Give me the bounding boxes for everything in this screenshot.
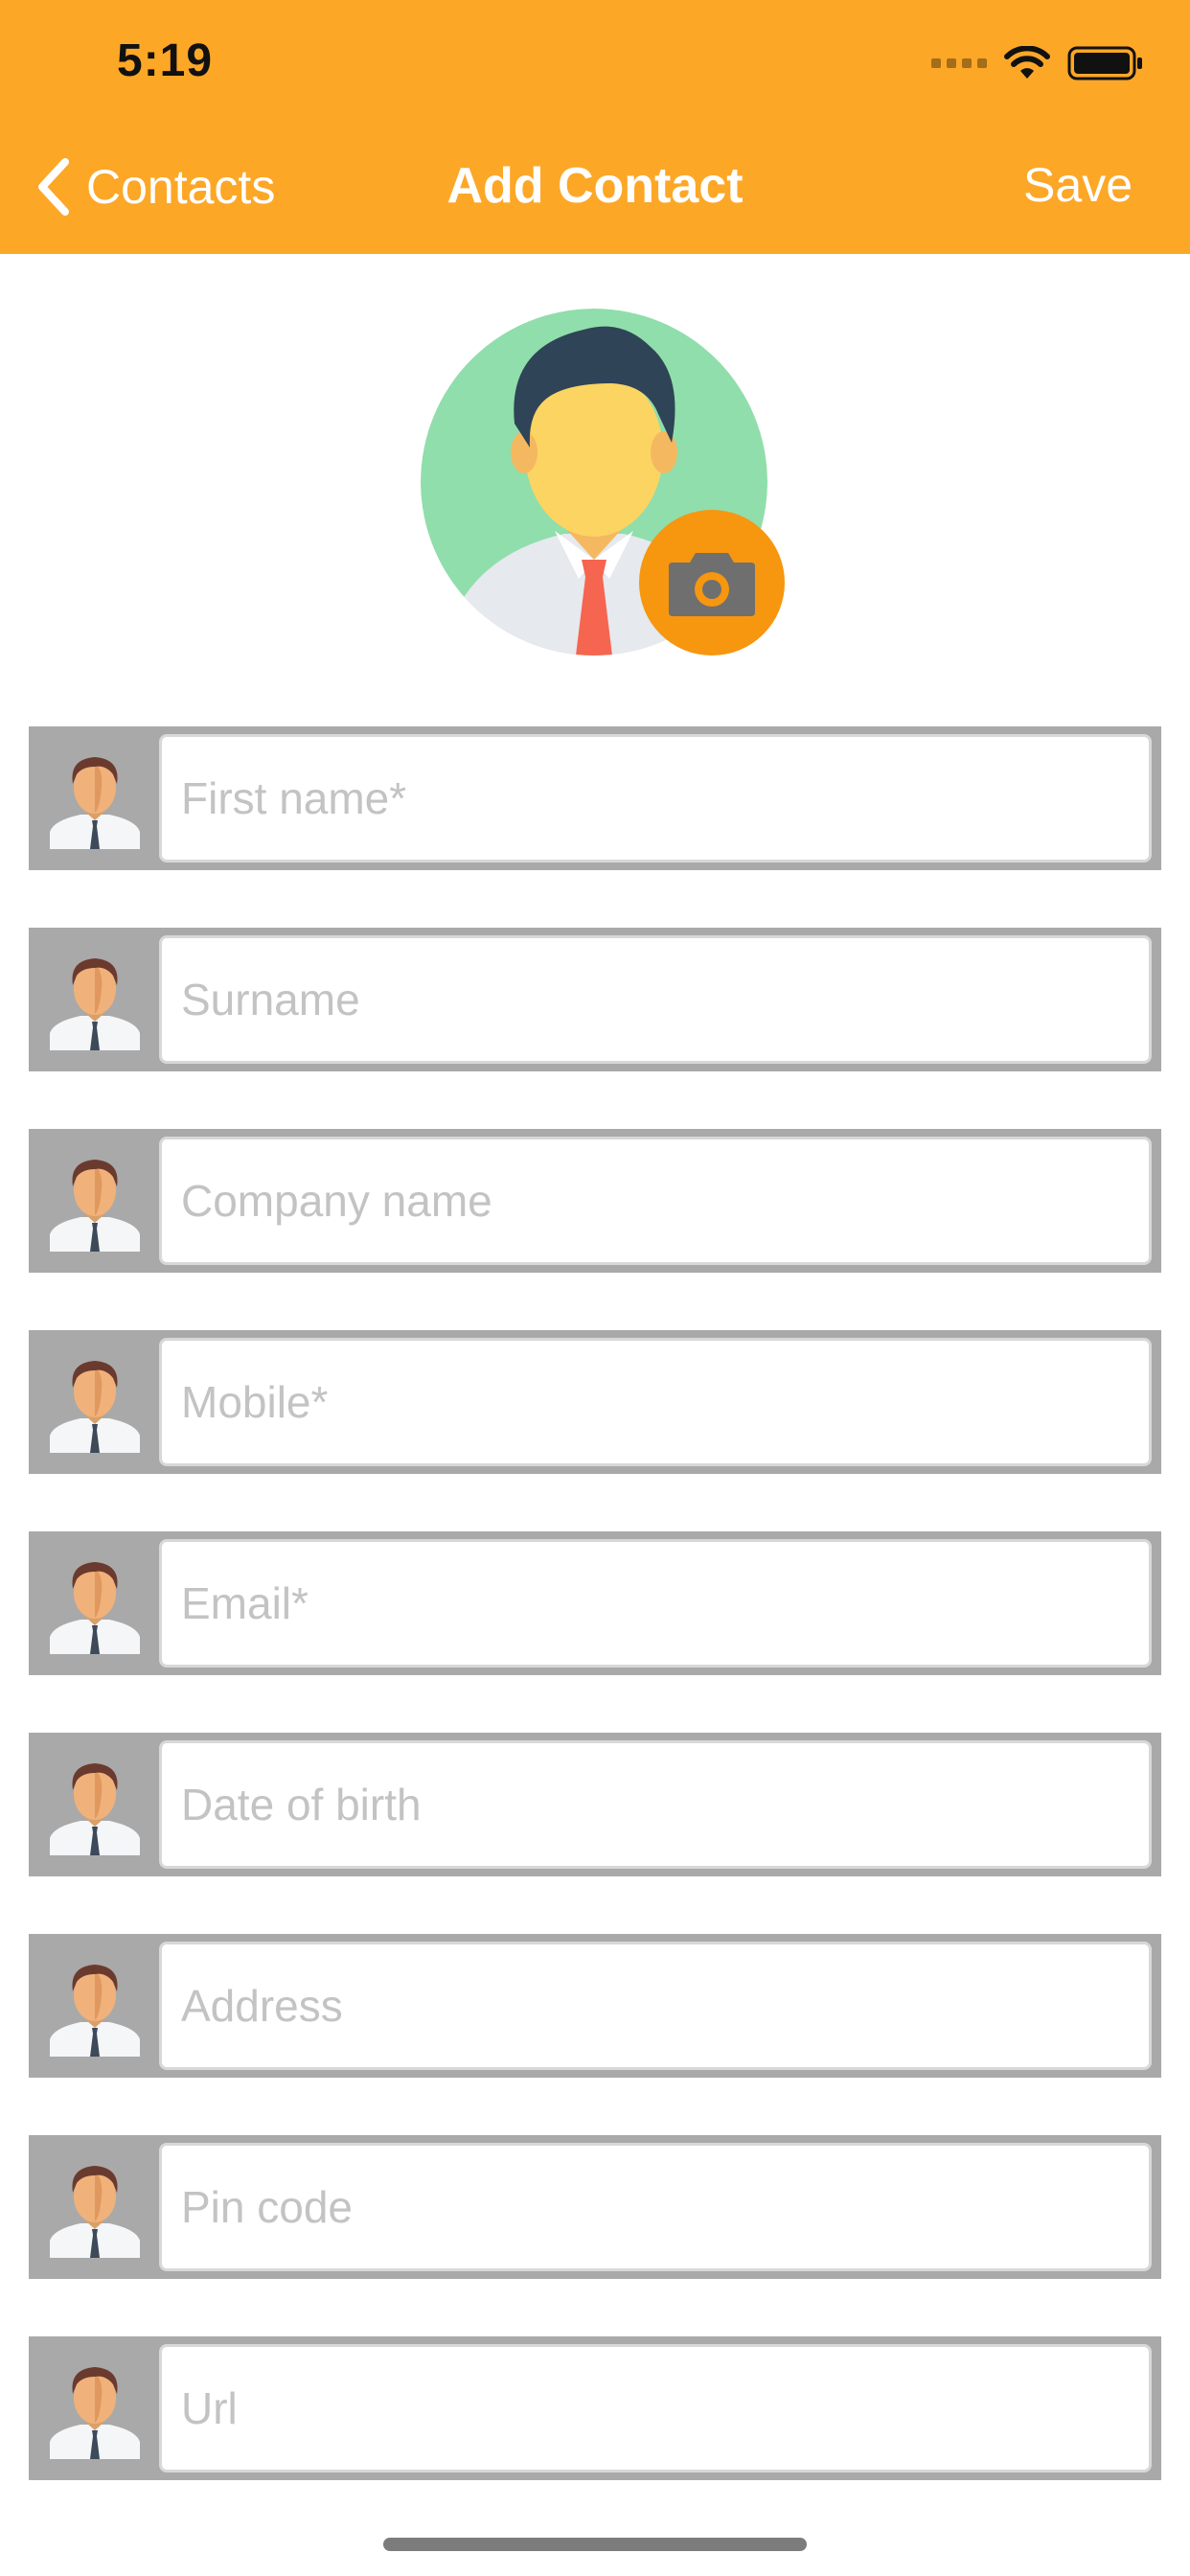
navigation-header: 5:19 Contacts Add Contact Save — [0, 0, 1190, 254]
field-row-date-of-birth — [29, 1733, 1161, 1876]
status-time: 5:19 — [117, 35, 214, 86]
field-row-url — [29, 2336, 1161, 2480]
cellular-signal-icon — [931, 58, 987, 68]
person-icon — [42, 1957, 148, 2057]
person-icon — [42, 1152, 148, 1252]
url-input[interactable] — [159, 2344, 1152, 2472]
person-icon — [42, 2359, 148, 2459]
person-icon — [42, 1353, 148, 1453]
field-row-first-name — [29, 726, 1161, 870]
field-row-email — [29, 1531, 1161, 1675]
field-row-surname — [29, 928, 1161, 1071]
field-row-pin-code — [29, 2135, 1161, 2279]
person-icon — [42, 749, 148, 849]
person-icon — [42, 1554, 148, 1654]
company-name-input[interactable] — [159, 1137, 1152, 1265]
first-name-input[interactable] — [159, 734, 1152, 862]
status-icons — [931, 44, 1144, 82]
field-row-address — [29, 1934, 1161, 2078]
address-input[interactable] — [159, 1942, 1152, 2070]
person-icon — [42, 1756, 148, 1855]
mobile-input[interactable] — [159, 1338, 1152, 1466]
avatar[interactable] — [421, 309, 785, 659]
camera-icon — [669, 553, 755, 616]
date-of-birth-input[interactable] — [159, 1740, 1152, 1869]
email-input[interactable] — [159, 1539, 1152, 1668]
field-row-mobile — [29, 1330, 1161, 1474]
person-icon — [42, 2158, 148, 2258]
save-button[interactable]: Save — [1023, 157, 1133, 213]
surname-input[interactable] — [159, 935, 1152, 1064]
pin-code-input[interactable] — [159, 2143, 1152, 2271]
contact-form — [29, 726, 1161, 2538]
person-icon — [42, 951, 148, 1050]
change-photo-button[interactable] — [639, 510, 785, 656]
battery-icon — [1067, 46, 1142, 80]
field-row-company-name — [29, 1129, 1161, 1273]
wifi-icon — [1004, 46, 1050, 79]
home-indicator[interactable] — [383, 2538, 807, 2551]
page-title: Add Contact — [446, 158, 744, 214]
